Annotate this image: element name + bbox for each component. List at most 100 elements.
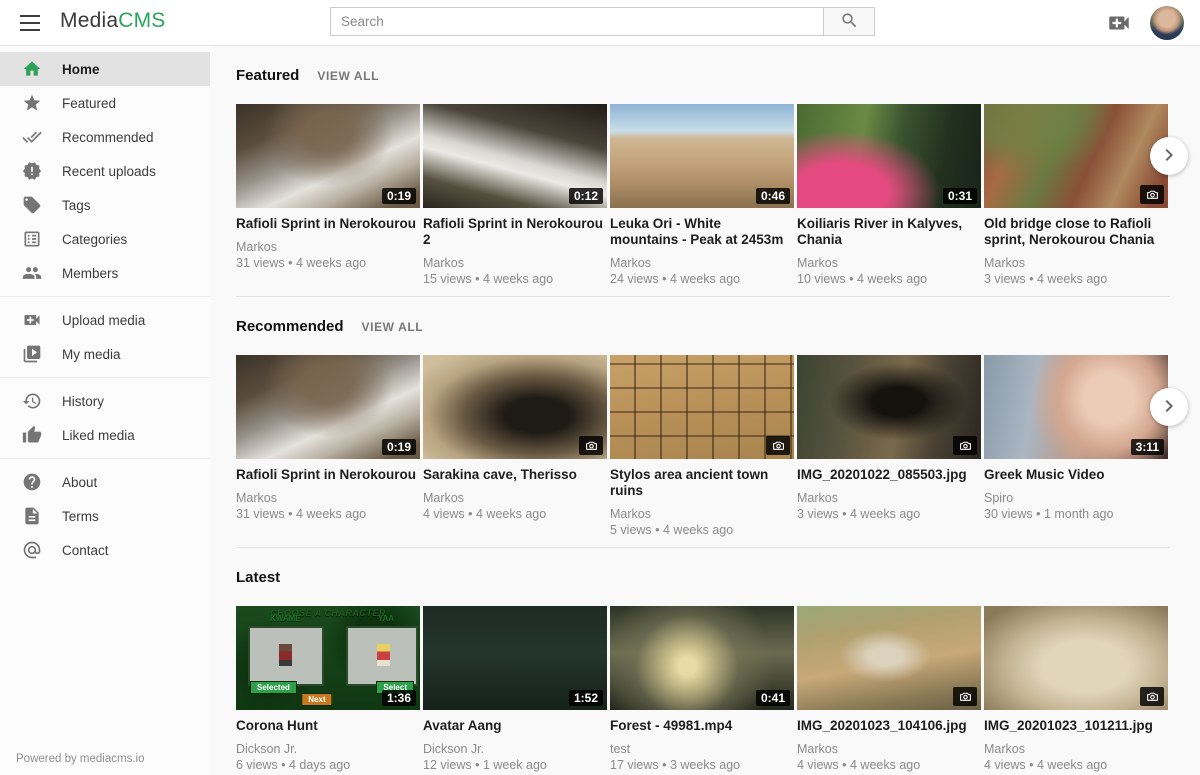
media-title[interactable]: Corona Hunt <box>236 718 420 734</box>
media-thumbnail[interactable]: CHOOSE A CHARACTER KWAME YAA Selected Ne… <box>236 606 420 710</box>
sidebar-item-tags[interactable]: Tags <box>0 188 210 222</box>
media-thumbnail[interactable]: 0:12 <box>423 104 607 208</box>
media-thumbnail[interactable] <box>610 355 794 459</box>
media-title[interactable]: Greek Music Video <box>984 467 1168 483</box>
list-icon <box>22 229 42 249</box>
media-author[interactable]: Markos <box>610 256 794 271</box>
game-selected-button: Selected <box>250 681 297 694</box>
sidebar-item-label: Home <box>62 62 100 77</box>
media-author[interactable]: Markos <box>610 507 794 522</box>
media-title[interactable]: Rafioli Sprint in Nerokourou <box>236 216 420 232</box>
media-author[interactable]: Dickson Jr. <box>236 742 420 757</box>
media-author[interactable]: Markos <box>797 491 981 506</box>
media-card[interactable]: Sarakina cave, Therisso Markos 4 views •… <box>423 355 607 538</box>
media-card[interactable]: 0:19 Rafioli Sprint in Nerokourou Markos… <box>236 104 420 287</box>
media-views-meta: 10 views • 4 weeks ago <box>797 272 981 287</box>
duration-badge: 0:41 <box>756 690 790 706</box>
media-thumbnail[interactable]: 0:31 <box>797 104 981 208</box>
media-thumbnail[interactable]: 0:19 <box>236 104 420 208</box>
sidebar-item-history[interactable]: History <box>0 384 210 418</box>
media-card[interactable]: IMG_20201023_101211.jpg Markos 4 views •… <box>984 606 1168 773</box>
media-thumbnail[interactable]: 0:41 <box>610 606 794 710</box>
sidebar-item-my-media[interactable]: My media <box>0 337 210 371</box>
media-card[interactable]: 0:12 Rafioli Sprint in Nerokourou 2 Mark… <box>423 104 607 287</box>
media-author[interactable]: Markos <box>984 256 1168 271</box>
media-thumbnail[interactable] <box>797 606 981 710</box>
media-title[interactable]: Forest - 49981.mp4 <box>610 718 794 734</box>
media-card[interactable]: 0:19 Rafioli Sprint in Nerokourou Markos… <box>236 355 420 538</box>
media-card[interactable]: 1:52 Avatar Aang Dickson Jr. 12 views • … <box>423 606 607 773</box>
upload-media-icon[interactable] <box>1106 10 1132 36</box>
media-thumbnail[interactable]: 1:52 <box>423 606 607 710</box>
media-author[interactable]: Markos <box>423 256 607 271</box>
sidebar-nav: Home Featured Recommended Recent uploads… <box>0 46 210 573</box>
media-title[interactable]: Rafioli Sprint in Nerokourou <box>236 467 420 483</box>
media-card[interactable]: CHOOSE A CHARACTER KWAME YAA Selected Ne… <box>236 606 420 773</box>
media-thumbnail[interactable] <box>423 355 607 459</box>
media-author[interactable]: Markos <box>797 256 981 271</box>
sidebar-item-members[interactable]: Members <box>0 256 210 290</box>
search-button[interactable] <box>823 7 875 36</box>
sidebar-item-label: Members <box>62 266 118 281</box>
view-all-link[interactable]: VIEW ALL <box>362 320 424 334</box>
media-title[interactable]: Koiliaris River in Kalyves, Chania <box>797 216 981 248</box>
media-author[interactable]: Markos <box>423 491 607 506</box>
sidebar-item-label: My media <box>62 347 121 362</box>
game-right-character-sprite <box>377 644 390 666</box>
sidebar-item-about[interactable]: About <box>0 465 210 499</box>
media-title[interactable]: Leuka Ori - White mountains - Peak at 24… <box>610 216 794 248</box>
logo[interactable]: MediaCMS <box>60 9 165 33</box>
media-title[interactable]: Old bridge close to Rafioli sprint, Nero… <box>984 216 1168 248</box>
media-title[interactable]: IMG_20201023_101211.jpg <box>984 718 1168 734</box>
section-title: Recommended <box>236 318 344 335</box>
media-title[interactable]: Sarakina cave, Therisso <box>423 467 607 483</box>
cards-row: 0:19 Rafioli Sprint in Nerokourou Markos… <box>236 355 1170 538</box>
media-author[interactable]: Spiro <box>984 491 1168 506</box>
sidebar-item-recommended[interactable]: Recommended <box>0 120 210 154</box>
carousel-next-button[interactable] <box>1150 137 1188 175</box>
media-thumbnail[interactable]: 0:46 <box>610 104 794 208</box>
hamburger-menu-icon[interactable] <box>16 11 44 35</box>
sidebar-item-liked-media[interactable]: Liked media <box>0 418 210 452</box>
media-views-meta: 12 views • 1 week ago <box>423 758 607 773</box>
media-card[interactable]: 0:46 Leuka Ori - White mountains - Peak … <box>610 104 794 287</box>
search-input[interactable] <box>330 7 823 36</box>
media-author[interactable]: Dickson Jr. <box>423 742 607 757</box>
media-card[interactable]: Old bridge close to Rafioli sprint, Nero… <box>984 104 1168 287</box>
view-all-link[interactable]: VIEW ALL <box>317 69 379 83</box>
media-thumbnail[interactable] <box>984 104 1168 208</box>
media-title[interactable]: Stylos area ancient town ruins <box>610 467 794 499</box>
sidebar-item-categories[interactable]: Categories <box>0 222 210 256</box>
search-area <box>330 7 875 36</box>
duration-badge: 0:46 <box>756 188 790 204</box>
media-card[interactable]: 3:11 Greek Music Video Spiro 30 views • … <box>984 355 1168 538</box>
media-author[interactable]: Markos <box>797 742 981 757</box>
carousel-next-button[interactable] <box>1150 388 1188 426</box>
media-card[interactable]: 0:31 Koiliaris River in Kalyves, Chania … <box>797 104 981 287</box>
media-views-meta: 31 views • 4 weeks ago <box>236 256 420 271</box>
sidebar-item-featured[interactable]: Featured <box>0 86 210 120</box>
media-author[interactable]: Markos <box>984 742 1168 757</box>
user-avatar[interactable] <box>1150 6 1184 40</box>
media-title[interactable]: Avatar Aang <box>423 718 607 734</box>
sidebar-item-upload-media[interactable]: Upload media <box>0 303 210 337</box>
media-card[interactable]: Stylos area ancient town ruins Markos 5 … <box>610 355 794 538</box>
media-card[interactable]: 0:41 Forest - 49981.mp4 test 17 views • … <box>610 606 794 773</box>
media-author[interactable]: Markos <box>236 491 420 506</box>
media-title[interactable]: Rafioli Sprint in Nerokourou 2 <box>423 216 607 248</box>
media-author[interactable]: Markos <box>236 240 420 255</box>
media-card[interactable]: IMG_20201022_085503.jpg Markos 3 views •… <box>797 355 981 538</box>
duration-badge: 3:11 <box>1131 439 1164 455</box>
media-thumbnail[interactable]: 3:11 <box>984 355 1168 459</box>
media-title[interactable]: IMG_20201023_104106.jpg <box>797 718 981 734</box>
media-title[interactable]: IMG_20201022_085503.jpg <box>797 467 981 483</box>
media-thumbnail[interactable] <box>984 606 1168 710</box>
sidebar-item-contact[interactable]: Contact <box>0 533 210 567</box>
media-card[interactable]: IMG_20201023_104106.jpg Markos 4 views •… <box>797 606 981 773</box>
media-author[interactable]: test <box>610 742 794 757</box>
sidebar-item-home[interactable]: Home <box>0 52 210 86</box>
sidebar-item-recent-uploads[interactable]: Recent uploads <box>0 154 210 188</box>
media-thumbnail[interactable] <box>797 355 981 459</box>
sidebar-item-terms[interactable]: Terms <box>0 499 210 533</box>
media-thumbnail[interactable]: 0:19 <box>236 355 420 459</box>
